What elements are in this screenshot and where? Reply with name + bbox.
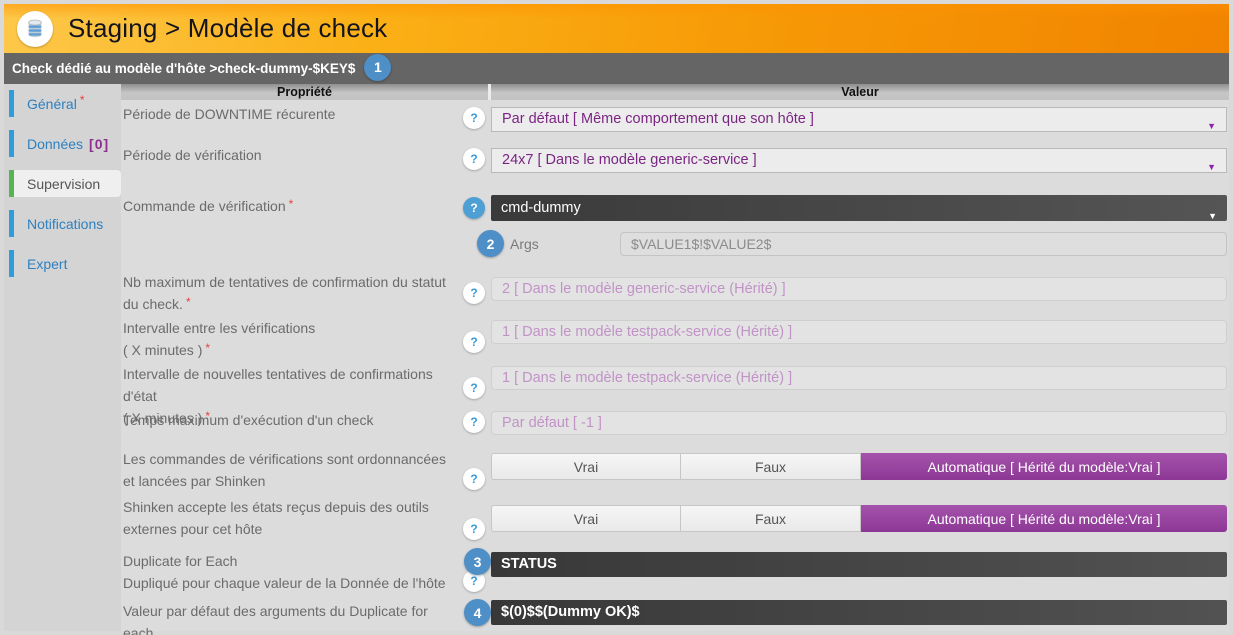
sidebar-item-supervision[interactable]: Supervision: [9, 170, 121, 197]
table-row: Commande de vérification* ? cmd-dummy ▼ …: [121, 195, 1229, 221]
option-faux[interactable]: Faux: [681, 453, 861, 480]
help-icon[interactable]: ?: [463, 107, 485, 129]
passive-checks-toggle: Vrai Faux Automatique [ Hérité du modèle…: [491, 505, 1227, 532]
sidebar-item-notifications[interactable]: Notifications: [9, 210, 121, 237]
property-label: Les commandes de vérifications sont ordo…: [123, 451, 446, 489]
sidebar-item-label: Expert: [27, 256, 67, 272]
page-title: Staging > Modèle de check: [68, 13, 387, 44]
annotation-badge-2: 2: [477, 230, 504, 257]
args-label: Args: [510, 236, 620, 252]
donnees-counter: [0]: [89, 136, 109, 152]
sidebar-item-label: Notifications: [27, 216, 103, 232]
sidebar-item-donnees[interactable]: Données [0]: [9, 130, 121, 157]
table-row: Temps maximum d'exécution d'un check ? P…: [121, 409, 1229, 435]
help-icon[interactable]: ?: [463, 331, 485, 353]
column-header-value: Valeur: [491, 84, 1229, 100]
help-icon[interactable]: ?: [463, 197, 485, 219]
option-automatique-selected[interactable]: Automatique [ Hérité du modèle:Vrai ]: [861, 453, 1227, 480]
column-header-property: Propriété: [121, 84, 491, 100]
table-row: Période de DOWNTIME récurente ? Par défa…: [121, 103, 1229, 132]
max-execution-time-input: Par défaut [ -1 ]: [491, 411, 1227, 435]
sidebar-item-label: Données: [27, 136, 83, 152]
table-row: Nb maximum de tentatives de confirmation…: [121, 271, 1229, 316]
help-icon[interactable]: ?: [463, 518, 485, 540]
table-header: Propriété Valeur: [121, 84, 1229, 100]
property-label: Duplicate for Each: [123, 550, 457, 572]
database-icon: [17, 11, 53, 47]
check-period-select[interactable]: 24x7 [ Dans le modèle generic-service ] …: [491, 148, 1227, 173]
table-row: Shinken accepte les états reçus depuis d…: [121, 496, 1229, 540]
sidebar-item-label: Général: [27, 96, 77, 112]
downtime-period-select[interactable]: Par défaut [ Même comportement que son h…: [491, 107, 1227, 132]
breadcrumb-bar: Check dédié au modèle d'hôte >check-dumm…: [4, 53, 1229, 84]
property-label: Temps maximum d'exécution d'un check: [123, 412, 373, 428]
app-header: Staging > Modèle de check: [4, 4, 1229, 53]
property-label: Période de DOWNTIME récurente: [123, 106, 335, 122]
property-label: Nb maximum de tentatives de confirmation…: [123, 274, 446, 312]
annotation-badge-4: 4: [464, 599, 491, 626]
annotation-badge-3: 3: [464, 548, 491, 575]
property-label: Intervalle entre les vérifications: [123, 317, 457, 339]
sidebar: Général * Données [0] Supervision Notifi…: [4, 84, 121, 631]
check-description: Check dédié au modèle d'hôte >check-dumm…: [12, 61, 355, 76]
option-vrai[interactable]: Vrai: [491, 453, 681, 480]
sidebar-item-expert[interactable]: Expert: [9, 250, 121, 277]
check-command-select[interactable]: cmd-dummy ▼: [491, 195, 1227, 221]
property-label: Période de vérification: [123, 147, 262, 163]
option-automatique-selected[interactable]: Automatique [ Hérité du modèle:Vrai ]: [861, 505, 1227, 532]
annotation-badge-1: 1: [364, 54, 391, 81]
args-input[interactable]: $VALUE1$!$VALUE2$: [620, 232, 1227, 256]
property-label-line2: Dupliqué pour chaque valeur de la Donnée…: [123, 572, 457, 594]
table-row: Période de vérification ? 24x7 [ Dans le…: [121, 144, 1229, 173]
property-label-line2: ( X minutes )*: [123, 339, 457, 362]
required-asterisk: *: [205, 341, 210, 355]
chevron-down-icon: ▼: [1207, 115, 1216, 138]
property-label: Valeur par défaut des arguments du Dupli…: [123, 603, 428, 635]
option-vrai[interactable]: Vrai: [491, 505, 681, 532]
properties-table: Propriété Valeur Période de DOWNTIME réc…: [121, 84, 1229, 631]
help-icon[interactable]: ?: [463, 377, 485, 399]
table-row: Valeur par défaut des arguments du Dupli…: [121, 600, 1229, 635]
required-asterisk: *: [289, 197, 294, 211]
help-icon[interactable]: ?: [463, 282, 485, 304]
help-icon[interactable]: ?: [463, 468, 485, 490]
property-label: Commande de vérification: [123, 198, 286, 214]
table-row: Intervalle entre les vérifications ( X m…: [121, 317, 1229, 362]
sidebar-item-label: Supervision: [27, 176, 100, 192]
chevron-down-icon: ▼: [1208, 203, 1217, 229]
help-icon[interactable]: ?: [463, 411, 485, 433]
required-asterisk: *: [186, 295, 191, 309]
chevron-down-icon: ▼: [1207, 156, 1216, 179]
help-icon[interactable]: ?: [463, 148, 485, 170]
duplicate-for-each-input[interactable]: STATUS: [491, 552, 1227, 577]
check-interval-input: 1 [ Dans le modèle testpack-service (Hér…: [491, 320, 1227, 344]
property-label: Intervalle de nouvelles tentatives de co…: [123, 363, 457, 407]
table-row: Les commandes de vérifications sont ordo…: [121, 448, 1229, 492]
page: Staging > Modèle de check Check dédié au…: [4, 4, 1229, 631]
max-check-attempts-input: 2 [ Dans le modèle generic-service (Héri…: [491, 277, 1227, 301]
active-checks-toggle: Vrai Faux Automatique [ Hérité du modèle…: [491, 453, 1227, 480]
table-row: Duplicate for Each Dupliqué pour chaque …: [121, 550, 1229, 594]
required-asterisk: *: [80, 93, 85, 107]
sidebar-item-general[interactable]: Général *: [9, 90, 121, 117]
retry-interval-input: 1 [ Dans le modèle testpack-service (Hér…: [491, 366, 1227, 390]
duplicate-default-args-input[interactable]: $(0)$$(Dummy OK)$: [491, 600, 1227, 625]
property-label: Shinken accepte les états reçus depuis d…: [123, 499, 429, 537]
option-faux[interactable]: Faux: [681, 505, 861, 532]
